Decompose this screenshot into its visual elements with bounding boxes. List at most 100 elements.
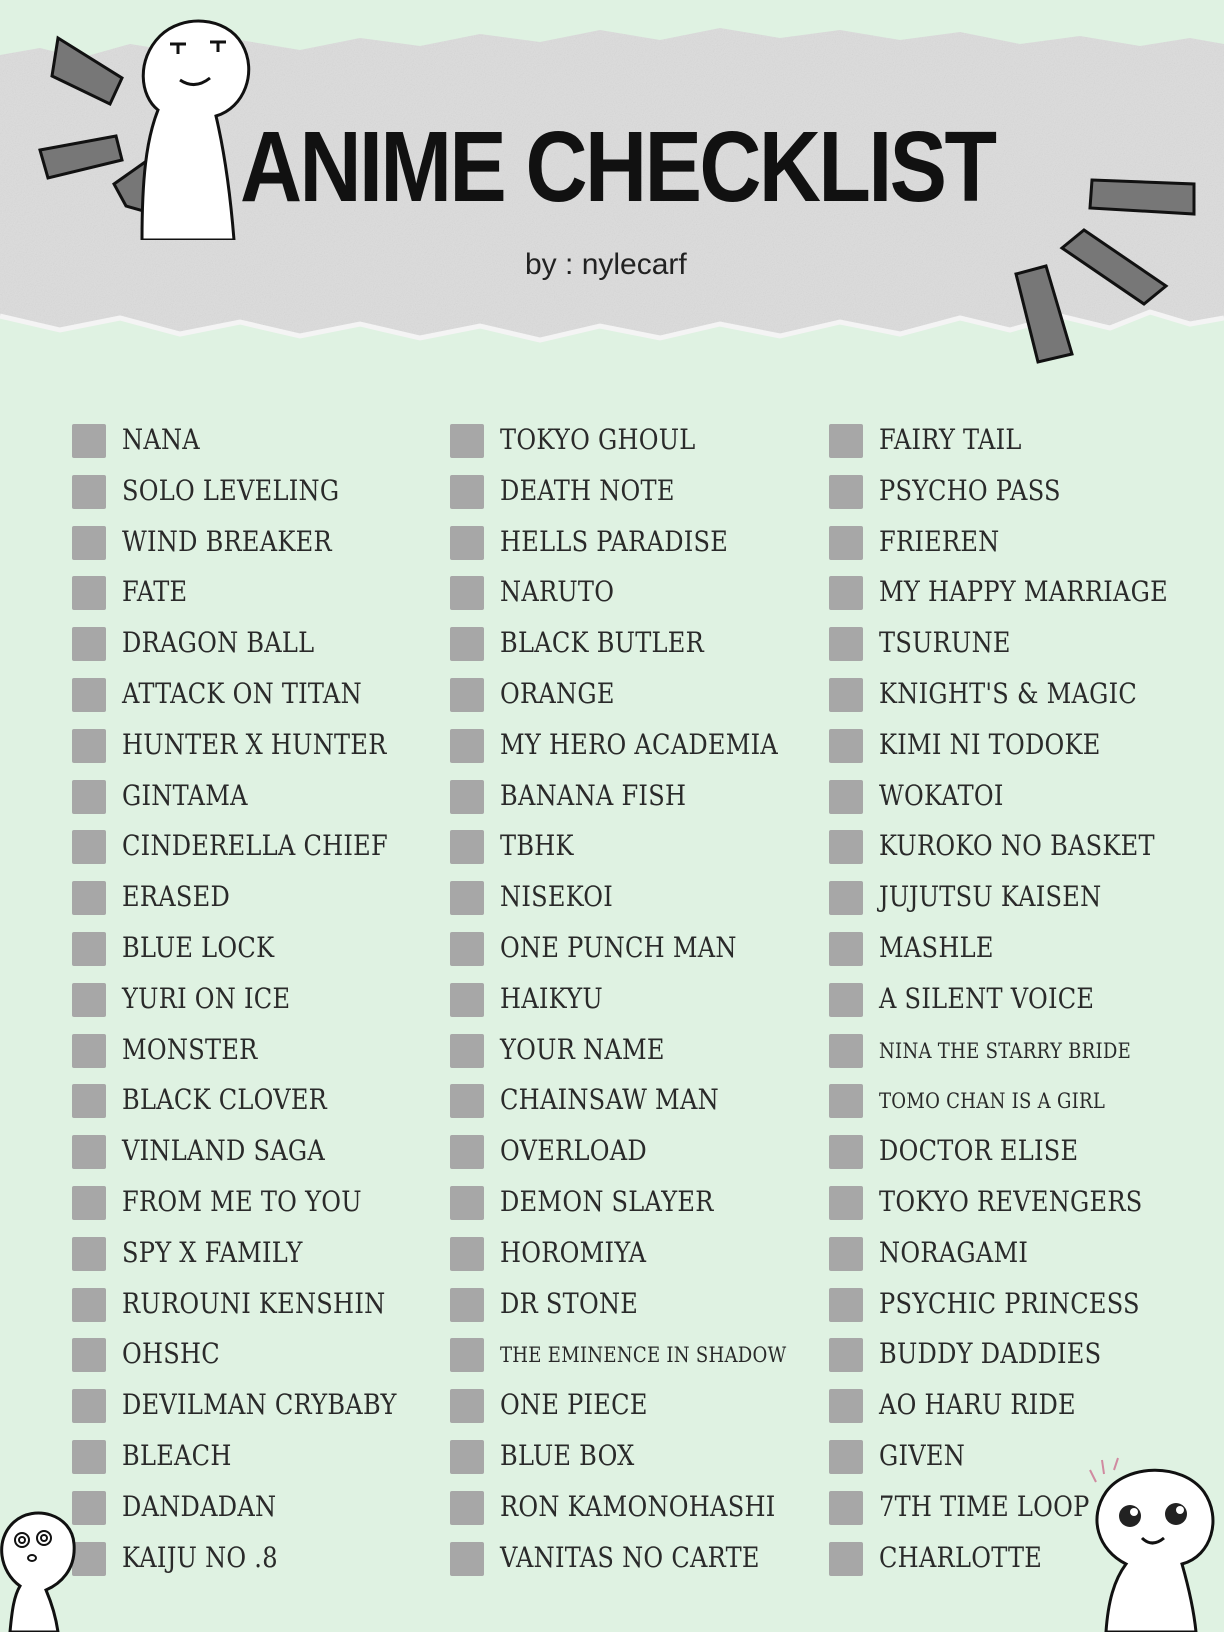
checkbox[interactable]	[829, 627, 863, 662]
checklist-item-label: Psychic Princess	[879, 1286, 1140, 1320]
checklist-item-label: Tokyo Ghoul	[500, 423, 696, 456]
checklist-item-label: Jujutsu Kaisen	[879, 880, 1102, 914]
motion-marks-right	[1014, 178, 1196, 364]
checkbox[interactable]	[829, 1541, 863, 1576]
checkbox[interactable]	[450, 1033, 484, 1068]
checklist-item-label: Nisekoi	[500, 880, 614, 914]
motion-mark-icon	[1088, 178, 1196, 216]
checklist-item-label: A Silent Voice	[879, 981, 1095, 1015]
checkbox[interactable]	[450, 474, 484, 509]
checklist-item-label: Knight's & Magic	[879, 676, 1138, 710]
checkbox[interactable]	[72, 1236, 106, 1271]
checkbox[interactable]	[829, 728, 863, 763]
checklist-item-label: Spy X Family	[122, 1235, 303, 1269]
checklist-item-label: Kaiju No .8	[122, 1540, 278, 1574]
checkbox[interactable]	[72, 576, 106, 611]
checklist-item-label: Fairy Tail	[879, 423, 1022, 456]
checkbox[interactable]	[72, 1084, 106, 1119]
checkbox[interactable]	[450, 830, 484, 865]
checkbox[interactable]	[829, 576, 863, 611]
character-doodle-top-left	[38, 19, 251, 240]
checkbox[interactable]	[72, 1135, 106, 1170]
checkbox[interactable]	[829, 1185, 863, 1220]
checkbox[interactable]	[829, 1033, 863, 1068]
character-doodle-bottom-left	[0, 1511, 76, 1632]
checklist-item-label: One Punch Man	[500, 930, 737, 964]
checkbox[interactable]	[450, 1338, 484, 1373]
checkbox[interactable]	[829, 1389, 863, 1424]
checkbox[interactable]	[72, 1439, 106, 1474]
motion-mark-icon	[38, 134, 124, 180]
checklist-item-label: TBHK	[500, 829, 574, 863]
checkbox[interactable]	[72, 424, 106, 458]
checkbox[interactable]	[829, 677, 863, 712]
checkbox[interactable]	[72, 627, 106, 662]
character-doodle-bottom-right	[1089, 1457, 1215, 1632]
checkbox[interactable]	[450, 931, 484, 966]
checkbox[interactable]	[829, 1135, 863, 1170]
checkbox[interactable]	[829, 525, 863, 560]
checkbox[interactable]	[829, 982, 863, 1017]
checkbox[interactable]	[72, 931, 106, 966]
checkbox[interactable]	[450, 779, 484, 814]
checkbox[interactable]	[450, 424, 484, 458]
checkbox[interactable]	[72, 474, 106, 509]
checklist-item-label: Attack On Titan	[122, 676, 362, 710]
checklist-item-label: Solo Leveling	[122, 473, 340, 507]
checkbox[interactable]	[450, 881, 484, 916]
checkbox[interactable]	[829, 931, 863, 966]
checkbox[interactable]	[829, 424, 863, 458]
checkbox[interactable]	[72, 525, 106, 560]
checkbox[interactable]	[829, 1287, 863, 1322]
checkbox[interactable]	[829, 1439, 863, 1474]
checkbox[interactable]	[72, 677, 106, 712]
checkbox[interactable]	[450, 1490, 484, 1525]
checklist-item-label: Chainsaw Man	[500, 1083, 719, 1117]
checkbox[interactable]	[450, 982, 484, 1017]
checkbox[interactable]	[450, 525, 484, 560]
checkbox[interactable]	[829, 1490, 863, 1525]
checkbox[interactable]	[72, 1185, 106, 1220]
checklist-item-label: Charlotte	[879, 1540, 1043, 1574]
checkbox[interactable]	[72, 1033, 106, 1068]
checkbox[interactable]	[72, 1338, 106, 1373]
checkbox[interactable]	[450, 576, 484, 611]
sparkle-eye-icon	[1119, 1505, 1141, 1527]
checkbox[interactable]	[72, 830, 106, 865]
checkbox[interactable]	[72, 728, 106, 763]
checkbox[interactable]	[829, 1084, 863, 1119]
checkbox[interactable]	[72, 1287, 106, 1322]
checklist-item-label: Orange	[500, 676, 615, 710]
checkbox[interactable]	[450, 1185, 484, 1220]
checklist-item-label: Tokyo Revengers	[879, 1184, 1143, 1218]
checkbox[interactable]	[450, 677, 484, 712]
checklist-item-label: Tsurune	[879, 626, 1011, 660]
checkbox[interactable]	[829, 881, 863, 916]
checklist-item-label: The Eminence In Shadow	[500, 1343, 787, 1368]
checklist-item-label: Dandadan	[122, 1489, 277, 1523]
checklist-item-label: Cinderella Chief	[122, 829, 388, 863]
checklist-item-label: Devilman Crybaby	[122, 1388, 397, 1422]
checkbox[interactable]	[72, 982, 106, 1017]
checkbox[interactable]	[450, 1287, 484, 1322]
checkbox[interactable]	[829, 830, 863, 865]
checkbox[interactable]	[829, 779, 863, 814]
checkbox[interactable]	[829, 1338, 863, 1373]
checkbox[interactable]	[450, 1389, 484, 1424]
checkbox[interactable]	[450, 1439, 484, 1474]
checkbox[interactable]	[829, 474, 863, 509]
checkbox[interactable]	[72, 881, 106, 916]
checklist-item-label: Gintama	[122, 778, 248, 812]
checklist-item-label: Wind Breaker	[122, 524, 332, 558]
checkbox[interactable]	[72, 779, 106, 814]
checkbox[interactable]	[450, 627, 484, 662]
checklist-item-label: Nana	[122, 423, 200, 456]
checkbox[interactable]	[450, 1541, 484, 1576]
checkbox[interactable]	[450, 728, 484, 763]
checkbox[interactable]	[829, 1236, 863, 1271]
checklist-item-label: Overload	[500, 1134, 647, 1168]
checkbox[interactable]	[450, 1135, 484, 1170]
checkbox[interactable]	[450, 1084, 484, 1119]
checkbox[interactable]	[450, 1236, 484, 1271]
checkbox[interactable]	[72, 1389, 106, 1424]
